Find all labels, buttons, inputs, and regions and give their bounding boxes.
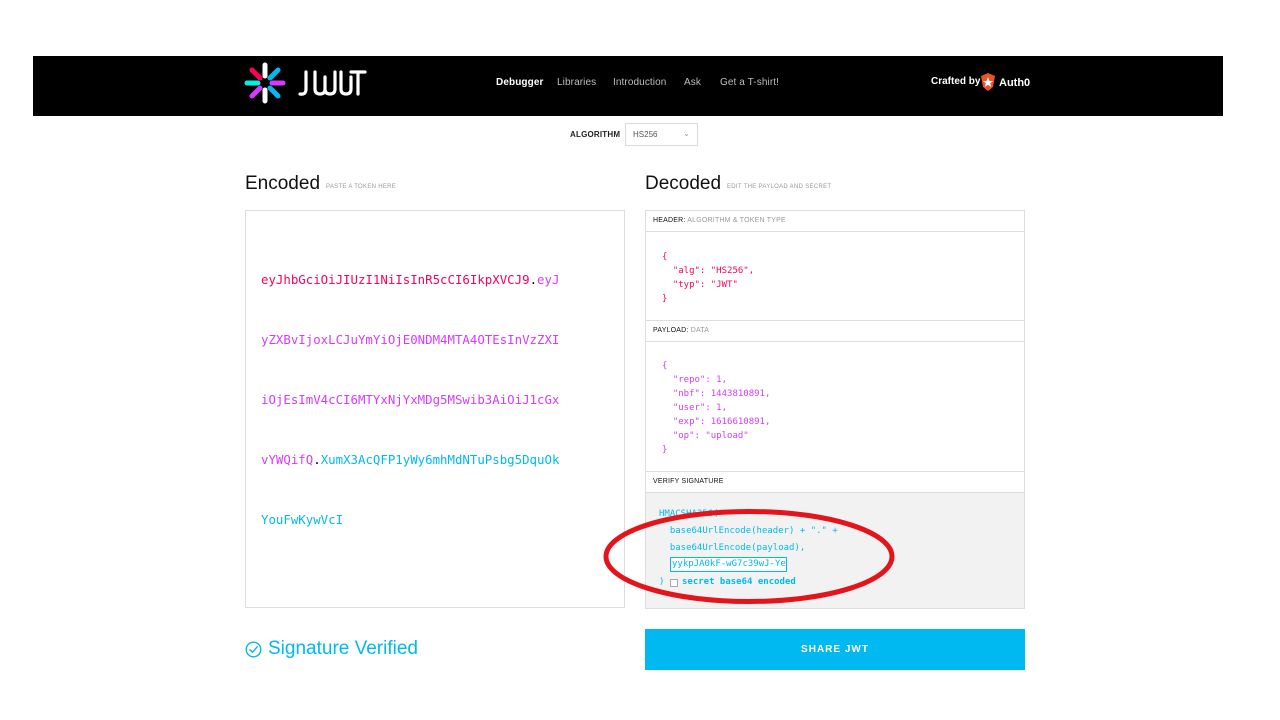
auth0-link[interactable]: Auth0 [999, 77, 1030, 89]
token-dot: . [313, 452, 321, 467]
header-sublabel: ALGORITHM & TOKEN TYPE [687, 217, 786, 224]
nav-introduction[interactable]: Introduction [613, 77, 666, 88]
nav-debugger[interactable]: Debugger [496, 77, 543, 88]
token-header-part: eyJhbGciOiJIUzI1NiIsInR5cCI6IkpXVCJ9 [261, 272, 530, 287]
jwt-logo-icon[interactable] [244, 62, 286, 104]
chevron-down-icon: ⌄ [683, 129, 690, 138]
share-jwt-button[interactable]: SHARE JWT [645, 629, 1025, 670]
crafted-by-label: Crafted by [931, 76, 981, 87]
token-line: vYWQifQ.XumX3AcQFP1yWy6mhMdNTuPsbg5DquOk [261, 450, 591, 470]
auth0-shield-icon[interactable] [980, 73, 996, 91]
signature-verified-status: Signature Verified [268, 638, 418, 659]
algorithm-value: HS256 [633, 130, 658, 139]
encoded-token-input[interactable]: eyJhbGciOiJIUzI1NiIsInR5cCI6IkpXVCJ9.eyJ… [245, 210, 625, 608]
token-signature-part: XumX3AcQFP1yWy6mhMdNTuPsbg5DquOk [320, 452, 560, 467]
header-section-title: HEADER: ALGORITHM & TOKEN TYPE [646, 211, 1024, 232]
check-circle-icon [245, 641, 262, 658]
token-dot: . [529, 272, 538, 287]
algorithm-label: ALGORITHM [570, 130, 621, 139]
decoded-subheading: EDIT THE PAYLOAD AND SECRET [727, 184, 832, 190]
top-navbar: Debugger Libraries Introduction Ask Get … [33, 56, 1223, 116]
encoded-heading: Encoded [245, 173, 321, 194]
token-payload-part: vYWQifQ [261, 452, 314, 467]
jwt-wordmark [298, 70, 367, 96]
encoded-token-text: eyJhbGciOiJIUzI1NiIsInR5cCI6IkpXVCJ9.eyJ… [261, 230, 591, 570]
decoded-heading: Decoded [645, 173, 722, 194]
encoded-subheading: PASTE A TOKEN HERE [326, 184, 397, 190]
nav-ask[interactable]: Ask [684, 77, 701, 88]
token-line: yZXBvIjoxLCJuYmYiOjE0NDM4MTA4OTEsInVzZXI [261, 330, 591, 350]
payload-section-title: PAYLOAD: DATA [646, 321, 1024, 342]
token-payload-part: yZXBvIjoxLCJuYmYiOjE0NDM4MTA4OTEsInVzZXI [261, 332, 560, 347]
token-payload-part: iOjEsImV4cCI6MTYxNjYxMDg5MSwib3AiOiJ1cGx [261, 392, 560, 407]
token-line: eyJhbGciOiJIUzI1NiIsInR5cCI6IkpXVCJ9.eyJ [261, 270, 591, 290]
token-line: YouFwKywVcI [261, 510, 591, 530]
annotation-ellipse [603, 509, 895, 604]
verify-label: VERIFY SIGNATURE [653, 478, 724, 485]
header-json-editor[interactable]: { "alg": "HS256", "typ": "JWT" } [662, 250, 754, 306]
token-signature-part: YouFwKywVcI [261, 512, 344, 527]
nav-libraries[interactable]: Libraries [557, 77, 596, 88]
header-label: HEADER: [653, 217, 686, 224]
payload-json-editor[interactable]: { "repo": 1, "nbf": 1443810891, "user": … [662, 359, 770, 457]
token-payload-part: eyJ [537, 272, 560, 287]
payload-sublabel: DATA [690, 327, 710, 334]
payload-label: PAYLOAD: [653, 327, 689, 334]
verify-section-title: VERIFY SIGNATURE [646, 472, 1024, 493]
nav-get-tshirt[interactable]: Get a T-shirt! [720, 77, 779, 88]
token-line: iOjEsImV4cCI6MTYxNjYxMDg5MSwib3AiOiJ1cGx [261, 390, 591, 410]
algorithm-select[interactable]: HS256 ⌄ [625, 123, 698, 146]
